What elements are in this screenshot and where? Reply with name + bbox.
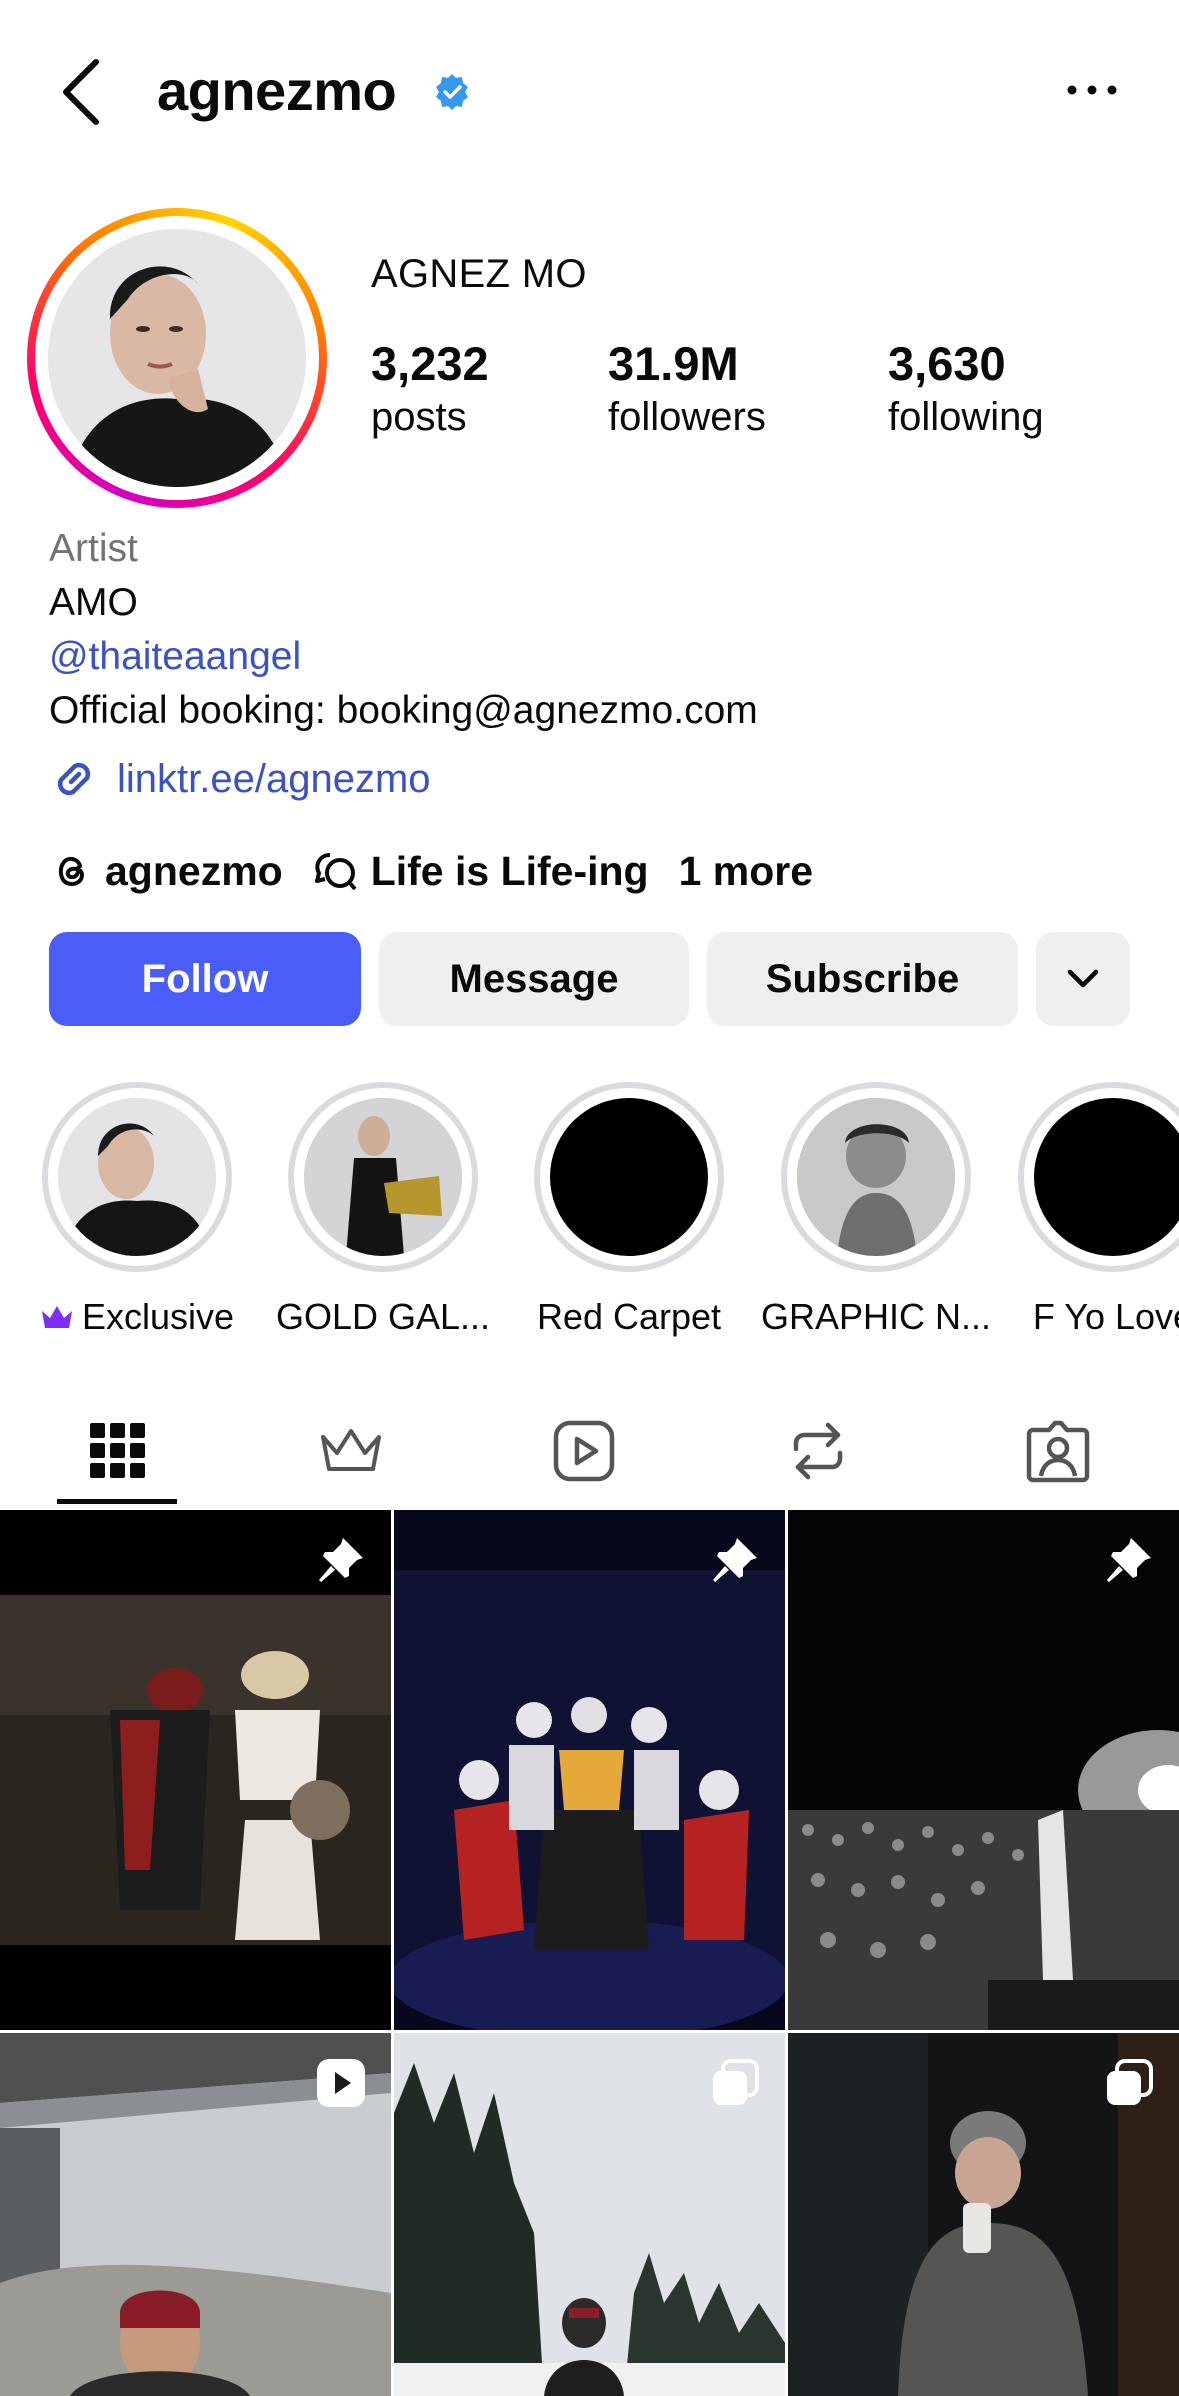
broadcast-channel-link[interactable]: Life is Life-ing xyxy=(313,848,649,895)
profile-header: agnezmo xyxy=(0,0,1179,185)
repost-icon xyxy=(793,1422,843,1480)
highlight-label: GOLD GAL... xyxy=(275,1296,491,1337)
followers-count[interactable]: 31.9M followers xyxy=(608,336,766,442)
highlight-ring xyxy=(534,1082,724,1272)
threads-link[interactable]: agnezmo xyxy=(49,848,283,895)
stat-value: 3,630 xyxy=(888,337,1006,390)
post-thumbnail[interactable] xyxy=(394,1510,785,2030)
subscribe-button[interactable]: Subscribe xyxy=(707,932,1018,1026)
highlight-item[interactable]: Red Carpet xyxy=(529,1082,729,1338)
chevron-left-icon xyxy=(63,59,99,125)
highlight-label-text: Exclusive xyxy=(81,1296,235,1337)
highlight-cover xyxy=(1034,1098,1179,1256)
grid-icon xyxy=(90,1423,145,1478)
post-thumbnail[interactable] xyxy=(788,1510,1179,2030)
stat-label: following xyxy=(888,395,1044,439)
crown-icon xyxy=(41,1306,72,1328)
suggested-accounts-button[interactable] xyxy=(1036,932,1130,1026)
highlight-ring xyxy=(781,1082,971,1272)
post-thumbnail[interactable] xyxy=(0,2033,391,2396)
post-thumbnail[interactable] xyxy=(0,1510,391,2030)
carousel-icon xyxy=(1107,2059,1153,2105)
channel-name: Life is Life-ing xyxy=(370,847,649,894)
carousel-icon xyxy=(713,2059,759,2105)
threads-handle: agnezmo xyxy=(105,847,283,894)
profile-tabs xyxy=(0,1394,1179,1508)
following-count[interactable]: 3,630 following xyxy=(888,336,1044,442)
tab-subscriptions[interactable] xyxy=(233,1394,469,1508)
active-tab-indicator xyxy=(57,1499,177,1504)
bio-mention-link[interactable]: @thaiteaangel xyxy=(49,630,758,684)
highlight-cover xyxy=(58,1098,216,1256)
highlight-ring xyxy=(42,1082,232,1272)
profile-category: Artist xyxy=(49,527,138,570)
highlight-item[interactable]: F Yo Love xyxy=(1013,1082,1179,1338)
back-button[interactable] xyxy=(52,52,112,132)
tagged-icon xyxy=(1026,1420,1090,1483)
post-thumbnail[interactable] xyxy=(394,2033,785,2396)
more-links-label: 1 more xyxy=(678,847,814,894)
message-button[interactable]: Message xyxy=(379,932,689,1026)
profile-username: agnezmo xyxy=(157,59,397,122)
stat-value: 3,232 xyxy=(371,337,489,390)
pin-icon xyxy=(319,1538,363,1582)
avatar[interactable] xyxy=(48,229,306,487)
bio: Artist AMO @thaiteaangel Official bookin… xyxy=(49,522,758,738)
highlight-cover xyxy=(797,1098,955,1256)
posts-count[interactable]: 3,232 posts xyxy=(371,336,489,442)
highlight-item[interactable]: GRAPHIC N... xyxy=(760,1082,992,1338)
external-link[interactable]: linktr.ee/agnezmo xyxy=(49,752,431,806)
highlight-label: Exclusive xyxy=(37,1296,237,1338)
stat-label: followers xyxy=(608,395,766,439)
linked-accounts-row: agnezmo Life is Life-ing 1 more xyxy=(49,843,843,899)
highlight-ring xyxy=(288,1082,478,1272)
more-options-button[interactable] xyxy=(1066,70,1118,110)
tab-tagged[interactable] xyxy=(940,1394,1176,1508)
highlight-ring xyxy=(1018,1082,1179,1272)
pin-icon xyxy=(1107,1538,1151,1582)
highlight-cover xyxy=(550,1098,708,1256)
verified-badge-icon xyxy=(436,74,468,110)
highlight-cover xyxy=(304,1098,462,1256)
pin-icon xyxy=(713,1538,757,1582)
threads-icon xyxy=(58,856,85,886)
highlight-label: Red Carpet xyxy=(536,1296,722,1337)
link-text[interactable]: linktr.ee/agnezmo xyxy=(117,757,431,802)
bio-booking: Official booking: booking@agnezmo.com xyxy=(49,689,758,732)
highlight-item[interactable]: GOLD GAL... xyxy=(275,1082,491,1338)
highlight-item[interactable]: Exclusive xyxy=(37,1082,237,1338)
display-name: AGNEZ MO xyxy=(371,252,587,296)
highlight-label: GRAPHIC N... xyxy=(760,1296,992,1337)
tab-reposts[interactable] xyxy=(700,1394,936,1508)
highlight-label: F Yo Love xyxy=(1032,1296,1179,1337)
stat-label: posts xyxy=(371,395,467,439)
channel-icon xyxy=(314,853,357,891)
stat-value: 31.9M xyxy=(608,337,739,390)
reel-icon xyxy=(317,2059,365,2107)
tab-reels[interactable] xyxy=(466,1394,702,1508)
bio-line: AMO xyxy=(49,581,138,624)
chevron-down-icon xyxy=(1067,969,1099,988)
link-icon xyxy=(57,762,91,796)
reels-icon xyxy=(553,1420,615,1482)
ellipsis-icon xyxy=(1067,85,1117,95)
tab-posts[interactable] xyxy=(0,1394,236,1508)
profile-photo xyxy=(48,229,306,487)
post-thumbnail[interactable] xyxy=(788,2033,1179,2396)
more-links[interactable]: 1 more xyxy=(679,848,813,895)
crown-icon xyxy=(321,1429,381,1471)
follow-button[interactable]: Follow xyxy=(49,932,361,1026)
posts-grid xyxy=(0,1510,1179,2396)
